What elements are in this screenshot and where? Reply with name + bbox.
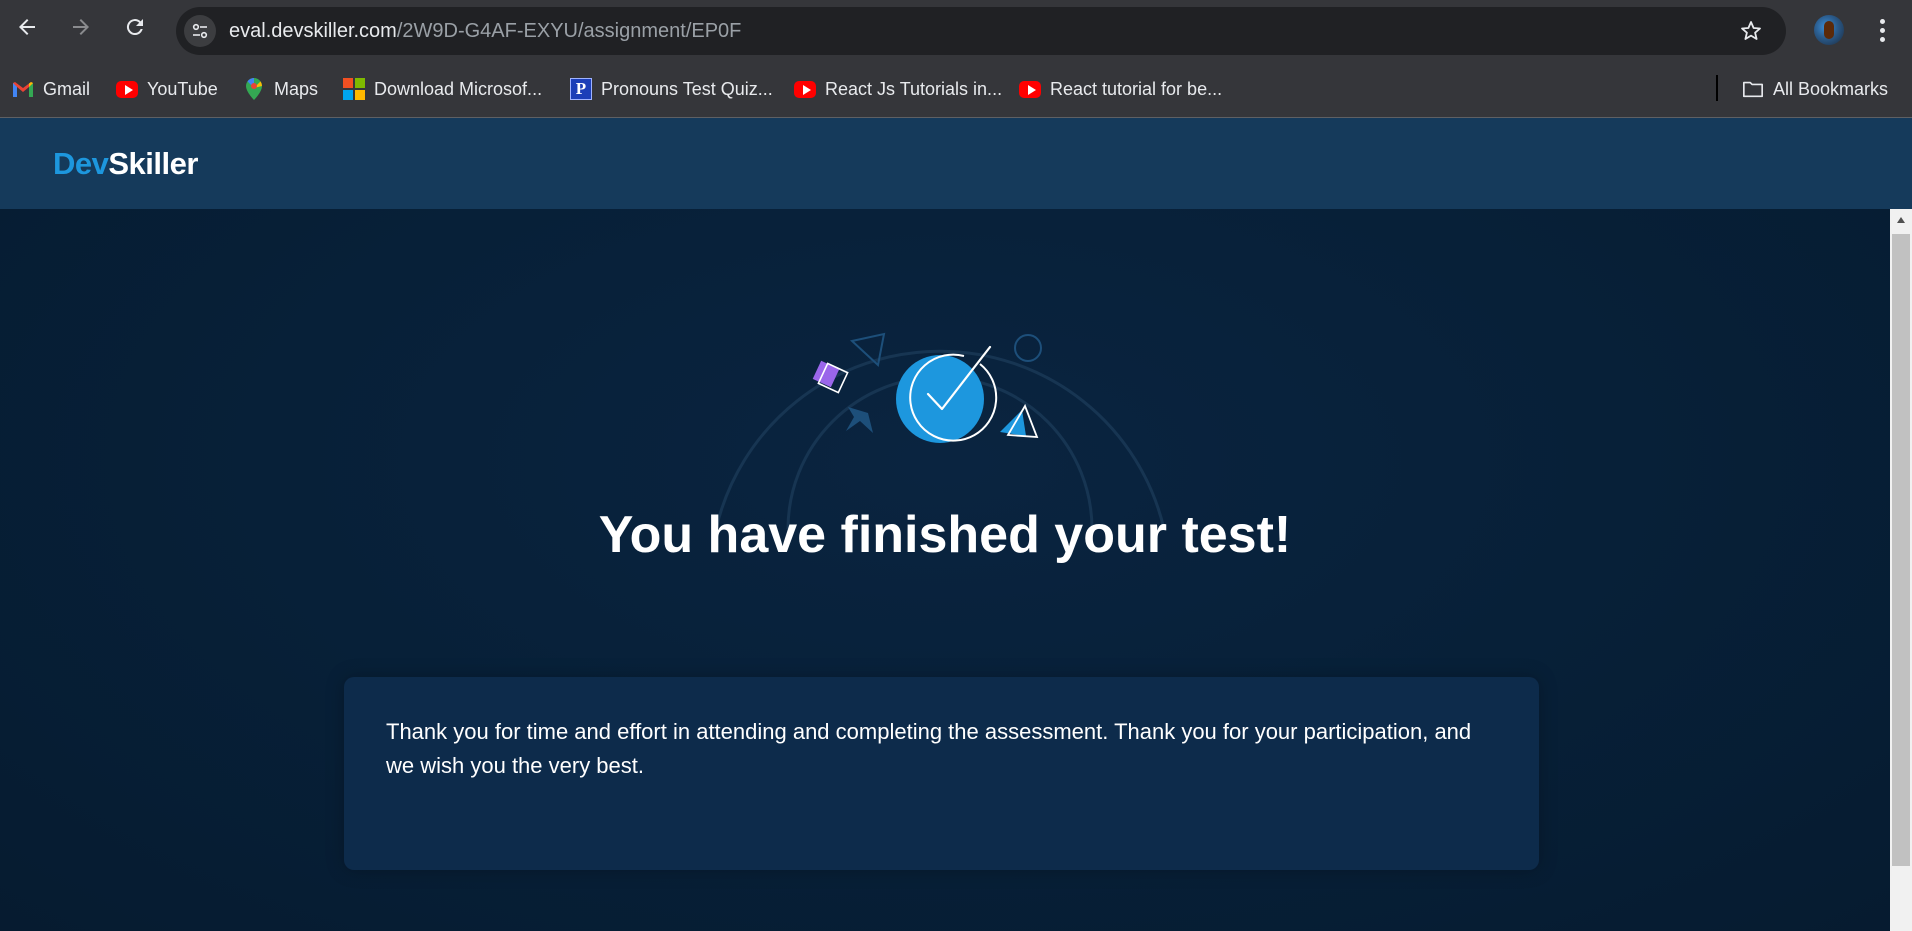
youtube-icon — [794, 78, 816, 100]
message-card: Thank you for time and effort in attendi… — [344, 677, 1539, 870]
page-scrollbar[interactable] — [1890, 209, 1912, 931]
site-header: DevSkiller — [0, 118, 1912, 209]
scroll-thumb[interactable] — [1892, 234, 1910, 866]
main-content: You have finished your test! Thank you f… — [0, 209, 1890, 931]
scroll-up-button[interactable] — [1890, 209, 1912, 231]
success-checkmark-illustration — [714, 332, 1166, 529]
microsoft-icon — [343, 78, 365, 100]
url-domain: eval.devskiller.com — [229, 20, 397, 42]
arrow-left-icon — [19, 19, 35, 35]
gmail-icon — [12, 78, 34, 100]
youtube-icon — [116, 78, 138, 100]
logo-skiller-text: Skiller — [108, 146, 198, 181]
folder-icon — [1742, 78, 1764, 100]
bookmark-pronouns-quiz[interactable]: P Pronouns Test Quiz... — [570, 73, 773, 105]
bookmark-maps[interactable]: Maps — [243, 73, 318, 105]
youtube-icon — [1019, 78, 1041, 100]
triangle-outline-shape — [849, 332, 886, 367]
check-circle — [896, 355, 984, 443]
triangle-up-icon — [1897, 217, 1905, 223]
bookmarks-bar: Gmail YouTube Maps Download Microsof... … — [0, 63, 1912, 118]
purple-square-shape — [812, 360, 840, 388]
star-icon — [1741, 21, 1761, 40]
bookmark-label: React Js Tutorials in... — [825, 78, 1003, 99]
menu-dot — [1879, 36, 1885, 42]
browser-toolbar: eval.devskiller.com/2W9D-G4AF-EXYU/assig… — [0, 0, 1912, 63]
browser-menu-button[interactable] — [1872, 14, 1892, 46]
bookmark-gmail[interactable]: Gmail — [12, 73, 90, 105]
maps-icon — [243, 78, 265, 100]
bookmark-label: React tutorial for be... — [1050, 78, 1223, 99]
reload-icon — [126, 19, 143, 36]
bookmark-label: Pronouns Test Quiz... — [601, 78, 773, 99]
bookmarks-divider — [1716, 75, 1718, 101]
bookmark-react-tutorial[interactable]: React tutorial for be... — [1019, 73, 1222, 105]
bookmark-react-js-tutorials[interactable]: React Js Tutorials in... — [794, 73, 1002, 105]
arrow-right-icon — [73, 19, 89, 35]
bookmark-label: Download Microsof... — [374, 78, 543, 99]
bookmark-label: YouTube — [147, 78, 218, 99]
thank-you-message: Thank you for time and effort in attendi… — [386, 719, 1472, 778]
address-bar[interactable]: eval.devskiller.com/2W9D-G4AF-EXYU/assig… — [176, 7, 1786, 55]
site-info-button[interactable] — [184, 15, 216, 47]
small-circle-shape — [1014, 334, 1042, 362]
back-button[interactable] — [12, 12, 42, 42]
menu-dot — [1879, 27, 1885, 33]
bookmark-label: Gmail — [43, 78, 91, 99]
pronouns-p-icon: P — [570, 78, 592, 100]
bookmark-star-button[interactable] — [1738, 18, 1764, 44]
profile-avatar[interactable] — [1814, 15, 1844, 45]
blue-triangle-shape — [1000, 410, 1026, 436]
all-bookmarks-button[interactable]: All Bookmarks — [1742, 73, 1888, 105]
page-title: You have finished your test! — [598, 506, 1292, 564]
url-text[interactable]: eval.devskiller.com/2W9D-G4AF-EXYU/assig… — [229, 20, 741, 42]
forward-button[interactable] — [66, 12, 96, 42]
menu-dot — [1879, 18, 1885, 24]
logo-dev-text: Dev — [53, 146, 109, 181]
bookmark-microsoft[interactable]: Download Microsof... — [343, 73, 542, 105]
devskiller-logo[interactable]: DevSkiller — [53, 146, 198, 182]
url-path: /2W9D-G4AF-EXYU/assignment/EP0F — [396, 20, 742, 42]
tune-icon — [192, 23, 208, 39]
sparkle-shape — [846, 407, 873, 433]
bookmark-label: Maps — [274, 78, 319, 99]
reload-button[interactable] — [120, 12, 150, 42]
bookmark-youtube[interactable]: YouTube — [116, 73, 218, 105]
all-bookmarks-label: All Bookmarks — [1773, 78, 1889, 99]
